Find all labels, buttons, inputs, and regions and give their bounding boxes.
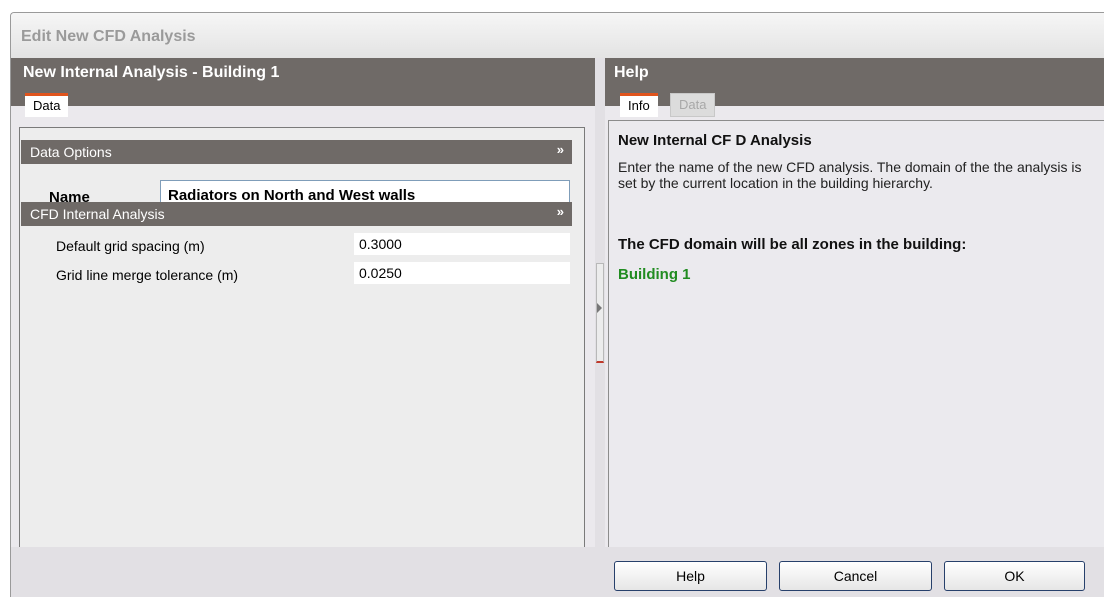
section-title: Data Options bbox=[30, 144, 112, 160]
title-bar[interactable]: Edit New CFD Analysis bbox=[11, 13, 1104, 58]
help-pane-title: Help bbox=[614, 64, 649, 81]
pane-splitter[interactable] bbox=[595, 58, 605, 597]
window-title: Edit New CFD Analysis bbox=[21, 28, 196, 45]
section-cfd-internal-analysis[interactable]: CFD Internal Analysis » bbox=[21, 202, 572, 226]
expand-arrow-icon[interactable] bbox=[597, 303, 602, 313]
ok-button[interactable]: OK bbox=[944, 561, 1085, 591]
double-chevron-up-icon[interactable]: » bbox=[557, 142, 564, 157]
help-button[interactable]: Help bbox=[614, 561, 767, 591]
help-body: Enter the name of the new CFD analysis. … bbox=[618, 159, 1082, 191]
domain-value: Building 1 bbox=[618, 266, 691, 283]
default-grid-spacing-field[interactable]: 0.3000 bbox=[354, 233, 570, 255]
tab-help-data[interactable]: Data bbox=[670, 93, 716, 117]
domain-heading: The CFD domain will be all zones in the … bbox=[618, 236, 967, 253]
button-bar: Help Cancel OK bbox=[11, 547, 1104, 597]
tab-help-info[interactable]: Info bbox=[620, 93, 658, 117]
help-pane-header: Help Info Data bbox=[605, 58, 1104, 117]
section-data-options[interactable]: Data Options » bbox=[21, 140, 572, 164]
property-label: Default grid spacing (m) bbox=[56, 238, 205, 254]
left-pane-header: New Internal Analysis - Building 1 Data bbox=[11, 58, 595, 117]
tab-data[interactable]: Data bbox=[25, 93, 69, 117]
cancel-button[interactable]: Cancel bbox=[779, 561, 932, 591]
property-label: Grid line merge tolerance (m) bbox=[56, 267, 239, 283]
merge-tolerance-field[interactable]: 0.0250 bbox=[354, 262, 570, 284]
splitter-grip[interactable] bbox=[596, 263, 604, 363]
section-title: CFD Internal Analysis bbox=[30, 206, 165, 222]
left-pane-title: New Internal Analysis - Building 1 bbox=[23, 64, 280, 81]
help-title: New Internal CF D Analysis bbox=[618, 132, 812, 149]
double-chevron-up-icon[interactable]: » bbox=[557, 204, 564, 219]
dialog-window: Edit New CFD Analysis New Internal Analy… bbox=[10, 12, 1104, 597]
help-content-panel: New Internal CF D Analysis Enter the nam… bbox=[608, 120, 1104, 548]
